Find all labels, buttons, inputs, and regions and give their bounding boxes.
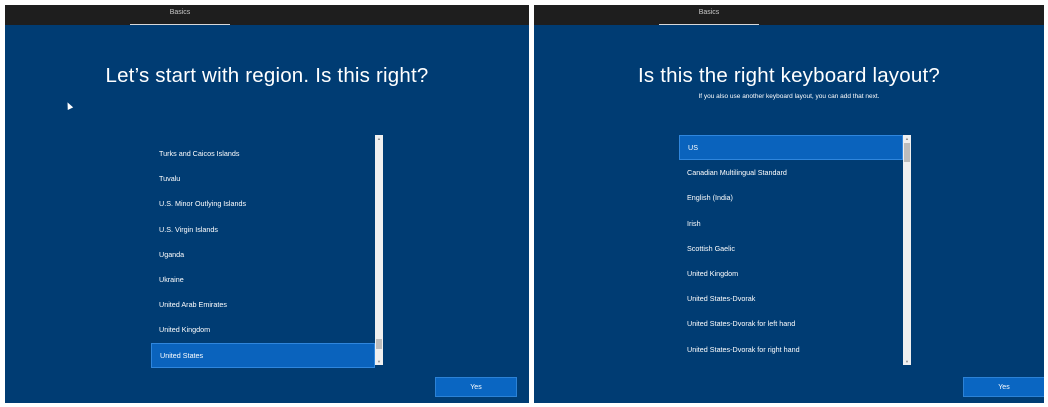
yes-button[interactable]: Yes (435, 377, 517, 397)
scroll-thumb[interactable] (904, 143, 910, 162)
list-item[interactable]: Turks and Caicos Islands (151, 141, 375, 166)
tab-basics-underline (659, 24, 759, 25)
tab-basics-label: Basics (169, 9, 191, 16)
region-list-scrollbar[interactable]: ▲ ▼ (375, 135, 383, 365)
list-item[interactable]: United States-Dvorak (679, 286, 903, 311)
list-item[interactable]: United States-Dvorak for right hand (679, 337, 903, 362)
scroll-up-arrow-icon[interactable]: ▲ (903, 136, 911, 141)
list-item[interactable]: Uganda (151, 242, 375, 267)
page-subtitle: If you also use another keyboard layout,… (698, 93, 880, 100)
list-item[interactable]: Canadian Multilingual Standard (679, 160, 903, 185)
tab-basics: Basics (659, 5, 759, 25)
list-item[interactable]: United Arab Emirates (151, 292, 375, 317)
list-item[interactable]: United States-Dvorak for left hand (679, 311, 903, 336)
list-item[interactable]: United Kingdom (151, 317, 375, 342)
page-title: Is this the right keyboard layout? (638, 64, 940, 87)
list-item[interactable]: U.S. Virgin Islands (151, 217, 375, 242)
keyboard-setup-pane: Basics Is this the right keyboard layout… (534, 5, 1044, 403)
region-setup-pane: Basics Let’s start with region. Is this … (5, 5, 529, 403)
scroll-up-arrow-icon[interactable]: ▲ (375, 136, 383, 141)
list-item[interactable]: Irish (679, 211, 903, 236)
list-item[interactable]: United States (151, 342, 375, 368)
list-item[interactable]: Scottish Gaelic (679, 236, 903, 261)
scroll-down-arrow-icon[interactable]: ▼ (903, 359, 911, 364)
page-title: Let’s start with region. Is this right? (105, 64, 429, 87)
scroll-down-arrow-icon[interactable]: ▼ (375, 359, 383, 364)
list-item[interactable]: Ukraine (151, 267, 375, 292)
list-item[interactable]: US (679, 135, 903, 160)
region-list[interactable]: Turks and Caicos Islands Tuvalu U.S. Minor… (151, 137, 383, 368)
keyboard-list-scrollbar[interactable]: ▲ ▼ (903, 135, 911, 365)
list-item[interactable]: English (India) (679, 185, 903, 210)
list-item[interactable]: U.S. Minor Outlying Islands (151, 191, 375, 216)
tab-basics: Basics (130, 5, 230, 25)
mouse-cursor-icon (64, 101, 74, 110)
tab-basics-label: Basics (698, 9, 720, 16)
list-item[interactable]: United Kingdom (679, 261, 903, 286)
keyboard-layout-list[interactable]: US Canadian Multilingual Standard English … (679, 135, 911, 365)
tab-basics-underline (130, 24, 230, 25)
yes-button[interactable]: Yes (963, 377, 1044, 397)
scroll-thumb[interactable] (376, 339, 382, 349)
list-item[interactable]: Tuvalu (151, 166, 375, 191)
oobe-top-bar: Basics (534, 5, 1044, 25)
oobe-top-bar: Basics (5, 5, 529, 25)
